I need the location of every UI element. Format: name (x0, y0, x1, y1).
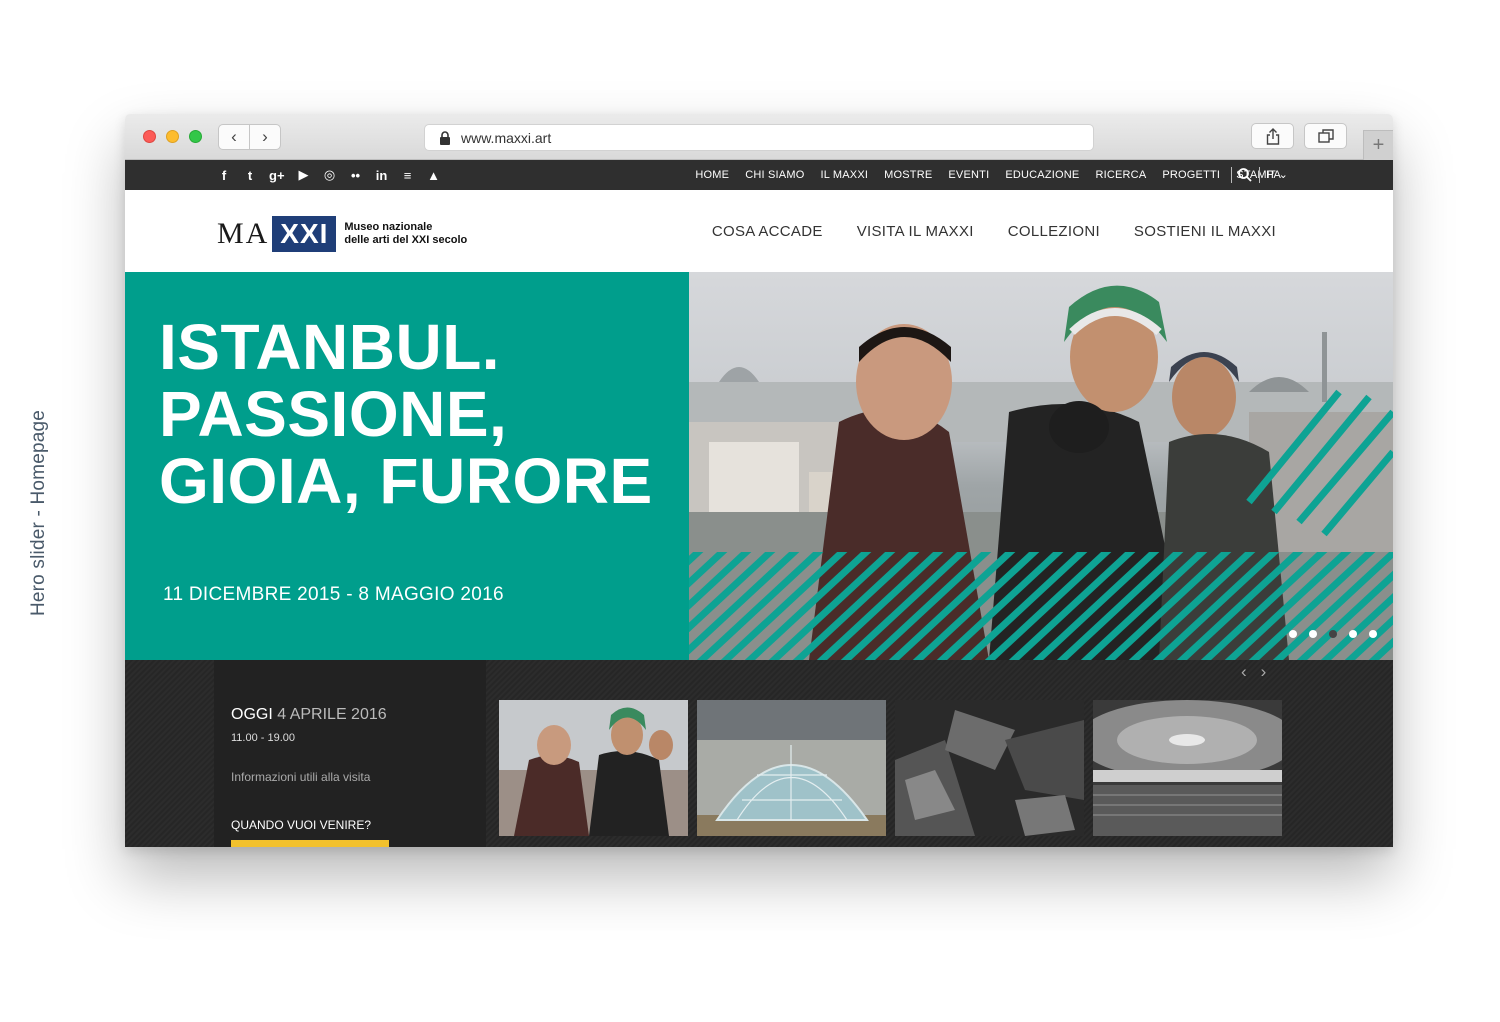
issuu-icon[interactable]: ≡ (401, 167, 415, 183)
lock-icon (440, 130, 450, 145)
chevron-right-icon: › (262, 127, 268, 146)
plan-visit-label[interactable]: QUANDO VUOI VENIRE? (231, 818, 371, 832)
artsy-icon[interactable]: ▲ (427, 167, 441, 183)
chevron-left-icon[interactable]: ‹ (1241, 662, 1247, 682)
maximize-window-button[interactable] (189, 130, 202, 143)
thumb-installation[interactable] (895, 700, 1084, 836)
thumbnail-carousel (499, 700, 1282, 836)
side-caption-text: Hero slider - Homepage (28, 409, 49, 617)
main-nav-sostieni[interactable]: SOSTIENI IL MAXXI (1134, 223, 1276, 240)
plan-visit-button[interactable] (231, 840, 389, 847)
maxxi-logo[interactable]: MA XXI Museo nazionale delle arti del XX… (217, 216, 467, 252)
utility-nav: HOME CHI SIAMO IL MAXXI MOSTRE EVENTI ED… (695, 160, 1281, 190)
slider-dot[interactable] (1289, 630, 1297, 638)
logo-tagline-line-2: delle arti del XXI secolo (344, 234, 468, 246)
history-buttons: ‹ › (218, 124, 281, 150)
hero-title-line: ISTANBUL. (159, 311, 501, 383)
browser-toolbar: ‹ › www.maxxi.art + (125, 114, 1393, 160)
close-window-button[interactable] (143, 130, 156, 143)
hero-text-panel[interactable]: ISTANBUL. PASSIONE, GIOIA, FURORE 11 DIC… (125, 272, 689, 660)
youtube-icon[interactable]: ▶ (297, 167, 311, 183)
visit-info-panel: OGGI 4 APRILE 2016 11.00 - 19.00 Informa… (214, 660, 486, 847)
language-selector[interactable]: IT ⌄ (1266, 160, 1288, 190)
visit-info-link[interactable]: Informazioni utili alla visita (231, 770, 370, 784)
hero-date: 11 DICEMBRE 2015 - 8 MAGGIO 2016 (163, 584, 504, 605)
utility-nav-eventi[interactable]: EVENTI (948, 169, 989, 181)
search-icon[interactable] (1237, 167, 1253, 183)
minimize-window-button[interactable] (166, 130, 179, 143)
instagram-icon[interactable]: ◎ (323, 167, 337, 183)
main-nav-collezioni[interactable]: COLLEZIONI (1008, 223, 1100, 240)
highlights-section: OGGI 4 APRILE 2016 11.00 - 19.00 Informa… (125, 660, 1393, 847)
tabs-icon (1317, 129, 1334, 143)
slider-dot[interactable] (1309, 630, 1317, 638)
slider-dot-active[interactable] (1329, 630, 1337, 638)
facebook-icon[interactable]: f (217, 167, 231, 183)
hero-title-line: GIOIA, FURORE (159, 445, 653, 517)
today-label: OGGI (231, 706, 273, 723)
utility-nav-il-maxxi[interactable]: IL MAXXI (820, 169, 868, 181)
hero-photo[interactable] (689, 272, 1393, 660)
opening-hours: 11.00 - 19.00 (231, 732, 296, 744)
hero-slider: ISTANBUL. PASSIONE, GIOIA, FURORE 11 DIC… (125, 272, 1393, 660)
logo-tagline: Museo nazionale delle arti del XXI secol… (344, 221, 467, 247)
linkedin-icon[interactable]: in (375, 167, 389, 183)
utility-nav-ricerca[interactable]: RICERCA (1095, 169, 1146, 181)
twitter-icon[interactable]: t (243, 167, 257, 183)
slider-dot[interactable] (1349, 630, 1357, 638)
main-nav: COSA ACCADE VISITA IL MAXXI COLLEZIONI S… (712, 190, 1276, 272)
url-text: www.maxxi.art (461, 129, 552, 146)
utility-bar: f t g+ ▶ ◎ •• in ≡ ▲ HOME CHI SIAMO IL M… (125, 160, 1393, 190)
social-links: f t g+ ▶ ◎ •• in ≡ ▲ (217, 160, 441, 190)
chevron-left-icon: ‹ (231, 127, 237, 146)
hero-photo-illustration (689, 285, 1393, 660)
slider-pagination (1289, 630, 1377, 638)
utility-nav-progetti[interactable]: PROGETTI (1162, 169, 1220, 181)
divider (1259, 167, 1260, 183)
back-button[interactable]: ‹ (219, 125, 249, 149)
main-nav-visita[interactable]: VISITA IL MAXXI (857, 223, 974, 240)
utility-nav-home[interactable]: HOME (695, 169, 729, 181)
chevron-right-icon[interactable]: › (1261, 662, 1267, 682)
browser-window: ‹ › www.maxxi.art + f t g+ ▶ ◎ •• in ≡ ▲… (125, 114, 1393, 847)
utility-nav-chi-siamo[interactable]: CHI SIAMO (745, 169, 804, 181)
address-bar[interactable]: www.maxxi.art (424, 124, 1094, 151)
new-tab-button[interactable]: + (1363, 130, 1393, 160)
logo-xxi: XXI (272, 216, 337, 252)
divider (1231, 167, 1232, 183)
main-nav-cosa-accade[interactable]: COSA ACCADE (712, 223, 823, 240)
logo-ma: MA (217, 217, 270, 250)
forward-button[interactable]: › (249, 125, 280, 149)
tabs-overview-button[interactable] (1304, 123, 1347, 149)
logo-tagline-line-1: Museo nazionale (344, 221, 433, 233)
plus-icon: + (1372, 134, 1385, 156)
hero-title: ISTANBUL. PASSIONE, GIOIA, FURORE (159, 314, 653, 515)
share-button[interactable] (1251, 123, 1294, 149)
today-date: 4 APRILE 2016 (277, 706, 387, 723)
site-header: MA XXI Museo nazionale delle arti del XX… (125, 190, 1393, 272)
thumb-istanbul[interactable] (499, 700, 688, 836)
flickr-icon[interactable]: •• (349, 167, 363, 183)
thumb-arena[interactable] (1093, 700, 1282, 836)
carousel-controls: ‹ › (1241, 662, 1266, 682)
utility-nav-mostre[interactable]: MOSTRE (884, 169, 932, 181)
slider-dot[interactable] (1369, 630, 1377, 638)
share-icon (1266, 127, 1279, 145)
utility-nav-educazione[interactable]: EDUCAZIONE (1005, 169, 1079, 181)
today-line: OGGI 4 APRILE 2016 (231, 706, 387, 724)
hero-title-line: PASSIONE, (159, 378, 508, 450)
googleplus-icon[interactable]: g+ (269, 167, 285, 183)
thumb-glass-dome[interactable] (697, 700, 886, 836)
side-caption: Hero slider - Homepage (26, 395, 52, 631)
